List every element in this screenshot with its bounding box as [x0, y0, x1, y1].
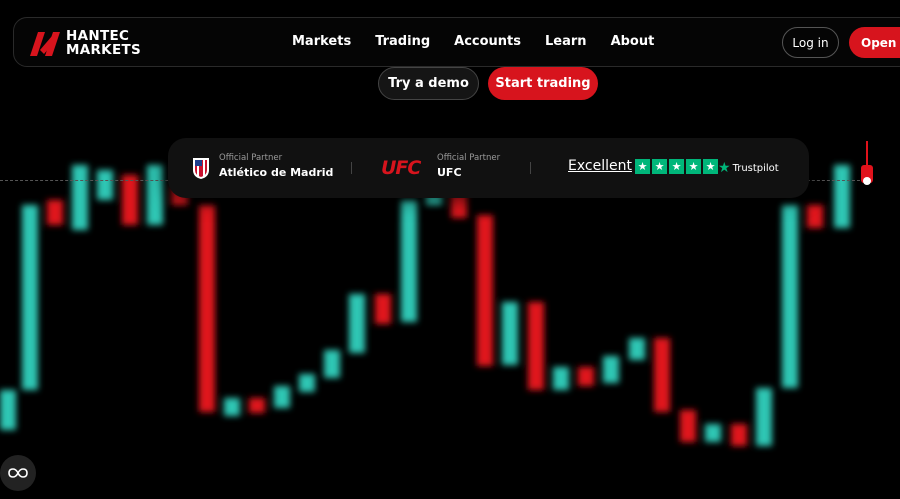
top-nav: HANTEC MARKETS Markets Trading Accounts … [13, 17, 900, 67]
candle [401, 200, 417, 322]
star-icon: ★ [669, 159, 684, 174]
candle [97, 170, 113, 200]
candle [629, 338, 645, 360]
infinity-icon [8, 468, 28, 478]
login-button[interactable]: Log in [782, 27, 839, 58]
hantec-logo[interactable]: HANTEC MARKETS [28, 28, 141, 58]
atletico-partner-label: Official Partner [219, 153, 283, 163]
candle [0, 390, 16, 430]
candle [834, 165, 850, 228]
star-icon: ★ [686, 159, 701, 174]
candle [680, 410, 696, 442]
brand-line1: HANTEC [66, 28, 130, 44]
candle [274, 386, 290, 408]
partners-bar: Official Partner Atlético de Madrid UFC … [168, 138, 809, 198]
star-icon: ★ [652, 159, 667, 174]
ufc-partner-label: Official Partner [437, 153, 501, 163]
candle [22, 205, 38, 390]
toggle-button[interactable] [0, 455, 36, 491]
star-icon: ★ [635, 159, 650, 174]
candle [654, 338, 670, 412]
trustpilot-star-icon: ★ [718, 160, 731, 176]
candle [299, 374, 315, 392]
candle [72, 165, 88, 230]
hantec-logo-icon [30, 32, 60, 56]
divider [351, 162, 352, 174]
candle [553, 367, 569, 390]
atletico-crest-icon [193, 158, 209, 179]
candle [502, 302, 518, 365]
trustpilot-brand: Trustpilot [732, 162, 779, 174]
ufc-logo: UFC [381, 157, 421, 179]
candle [147, 165, 163, 225]
candle [199, 205, 215, 412]
candle [603, 356, 619, 383]
candle [528, 302, 544, 390]
brand-line2: MARKETS [66, 42, 141, 58]
candle [477, 215, 493, 366]
trustpilot-logo[interactable]: ★ Trustpilot [718, 160, 779, 176]
candle [578, 367, 594, 386]
partner-atletico[interactable]: Official Partner Atlético de Madrid [219, 153, 333, 179]
star-icon: ★ [703, 159, 718, 174]
candle [782, 205, 798, 388]
candle [349, 294, 365, 353]
trustpilot-rating-label[interactable]: Excellent [568, 158, 632, 174]
atletico-name: Atlético de Madrid [219, 166, 334, 179]
candle [47, 200, 63, 225]
candle [224, 398, 240, 416]
candle [249, 398, 265, 413]
candle [756, 388, 772, 446]
ufc-name: UFC [437, 166, 462, 179]
nav-item-trading[interactable]: Trading [375, 34, 430, 49]
trustpilot-stars: ★ ★ ★ ★ ★ [635, 159, 718, 174]
candle [807, 205, 823, 228]
try-demo-button[interactable]: Try a demo [378, 67, 479, 100]
nav-item-markets[interactable]: Markets [292, 34, 351, 49]
main-menu: Markets Trading Accounts Learn About [292, 34, 654, 49]
partner-ufc[interactable]: Official Partner UFC [437, 153, 500, 179]
divider [530, 162, 531, 174]
candle [324, 350, 340, 378]
nav-item-about[interactable]: About [611, 34, 655, 49]
price-marker-icon [861, 141, 873, 185]
start-trading-button[interactable]: Start trading [488, 67, 598, 100]
candle [375, 294, 391, 324]
candle [705, 424, 721, 442]
nav-item-learn[interactable]: Learn [545, 34, 587, 49]
open-account-button[interactable]: Open a [849, 27, 900, 58]
candle [731, 424, 747, 446]
nav-item-accounts[interactable]: Accounts [454, 34, 521, 49]
candle [122, 175, 138, 225]
